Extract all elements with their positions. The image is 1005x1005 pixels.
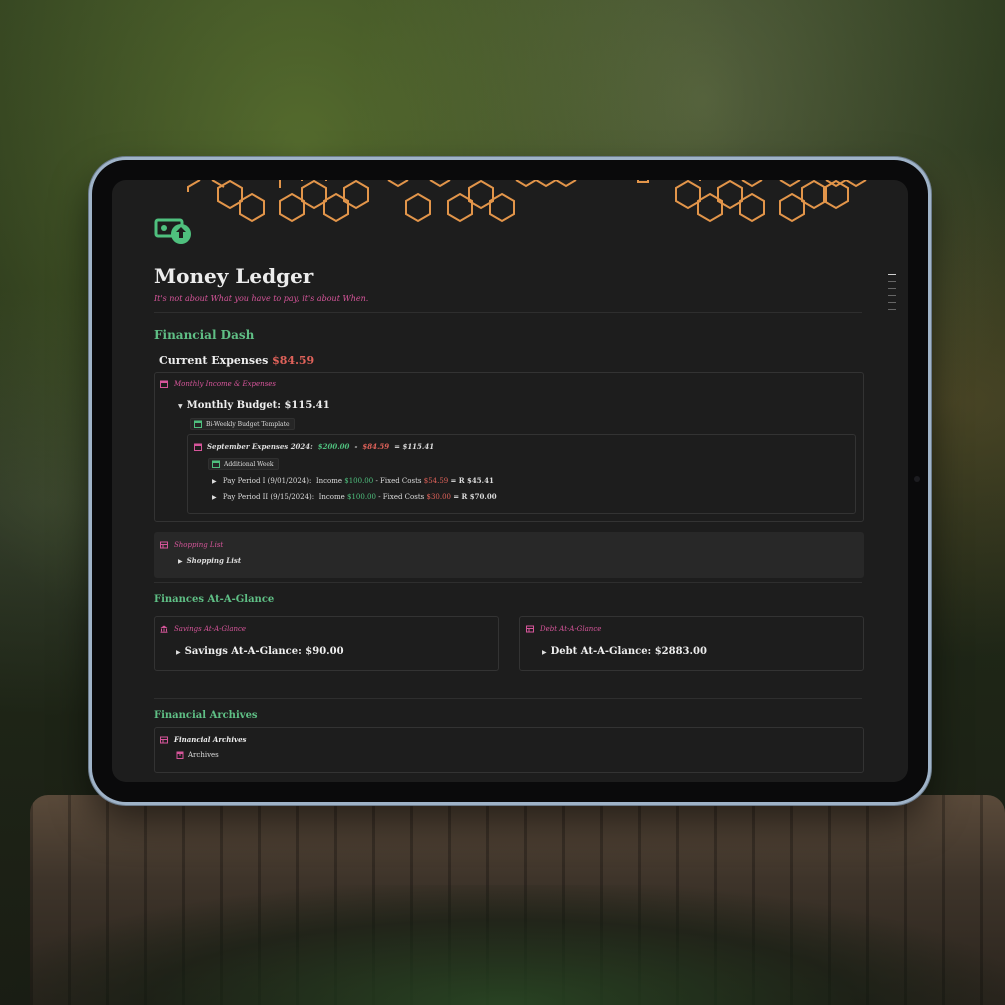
divider <box>154 312 862 313</box>
monthly-budget-toggle[interactable]: ▼ Monthly Budget: $115.41 <box>178 400 330 411</box>
hexagon-banner <box>187 180 867 223</box>
calendar-icon <box>160 380 168 388</box>
archive-icon <box>176 751 184 759</box>
tablet-device: Money Ledger It's not about What you hav… <box>92 160 928 802</box>
period-label: Pay Period I (9/01/2024): <box>222 477 312 485</box>
table-icon <box>160 736 168 743</box>
archives-box <box>154 727 864 773</box>
september-expenses: $84.59 <box>362 442 390 451</box>
archives-item[interactable]: Archives <box>176 751 219 759</box>
period-fixed: $54.59 <box>423 477 449 485</box>
september-label: September Expenses 2024: <box>207 442 313 451</box>
budget-template-label: Bi-Weekly Budget Template <box>206 420 290 428</box>
savings-header[interactable]: Savings At-A-Glance <box>160 625 246 633</box>
app-screen: Money Ledger It's not about What you hav… <box>112 180 908 782</box>
archives-label: Financial Archives <box>174 735 247 744</box>
fixed-label: - Fixed Costs <box>375 477 422 485</box>
page-subtitle: It's not about What you have to pay, it'… <box>154 294 369 303</box>
shopping-list-box <box>154 532 864 578</box>
pay-period-2[interactable]: ▶ Pay Period II (9/15/2024): Income $100… <box>212 492 497 501</box>
shopping-list-toggle[interactable]: ▶ Shopping List <box>178 556 241 565</box>
period-result: = R $70.00 <box>453 492 497 501</box>
foliage <box>0 885 1005 1005</box>
pay-period-1[interactable]: ▶ Pay Period I (9/01/2024): Income $100.… <box>212 476 494 485</box>
shopping-list-item: Shopping List <box>186 556 242 565</box>
monthly-budget-label: Monthly Budget: $115.41 <box>186 400 330 411</box>
september-income: $200.00 <box>317 442 350 451</box>
additional-week-chip[interactable]: Additional Week <box>208 458 279 470</box>
triangle-right-icon: ▶ <box>178 558 183 565</box>
income-label: Income <box>318 493 345 501</box>
table-icon <box>160 541 168 549</box>
period-income: $100.00 <box>344 477 374 485</box>
archives-header[interactable]: Financial Archives <box>160 735 247 744</box>
current-expenses-value: $84.59 <box>272 354 315 367</box>
income-label: Income <box>315 477 343 485</box>
savings-toggle[interactable]: ▶ Savings At-A-Glance: $90.00 <box>176 646 344 657</box>
income-expenses-label: Monthly Income & Expenses <box>174 380 277 388</box>
calendar-icon <box>212 460 220 468</box>
period-result: = R $45.41 <box>450 476 494 485</box>
finances-glance-heading: Finances At-A-Glance <box>154 594 275 605</box>
debt-value: Debt At-A-Glance: $2883.00 <box>550 646 707 657</box>
triangle-right-icon: ▶ <box>212 494 217 501</box>
camera-dot <box>914 476 920 482</box>
budget-template-chip[interactable]: Bi-Weekly Budget Template <box>190 418 295 430</box>
current-expenses-label: Current Expenses <box>159 354 269 367</box>
debt-header[interactable]: Debt At-A-Glance <box>526 625 601 633</box>
triangle-right-icon: ▶ <box>212 478 217 485</box>
additional-week-label: Additional Week <box>224 460 274 468</box>
shopping-list-header[interactable]: Shopping List <box>160 541 223 549</box>
triangle-down-icon: ▼ <box>178 403 183 410</box>
shopping-list-label: Shopping List <box>174 541 224 549</box>
income-expenses-header[interactable]: Monthly Income & Expenses <box>160 380 276 388</box>
table-icon <box>526 625 534 633</box>
period-fixed: $30.00 <box>426 493 452 501</box>
minus-sign: - <box>354 442 358 451</box>
calendar-icon <box>194 420 202 428</box>
calendar-icon <box>194 443 202 451</box>
period-label: Pay Period II (9/15/2024): <box>222 493 315 501</box>
archives-item-label: Archives <box>188 751 219 759</box>
savings-label: Savings At-A-Glance <box>174 625 247 633</box>
debt-label: Debt At-A-Glance <box>540 625 602 633</box>
divider <box>154 582 862 583</box>
financial-archives-heading: Financial Archives <box>154 710 258 721</box>
divider <box>154 698 862 699</box>
triangle-right-icon: ▶ <box>176 649 181 656</box>
september-row[interactable]: September Expenses 2024: $200.00 - $84.5… <box>194 442 434 451</box>
savings-value: Savings At-A-Glance: $90.00 <box>184 646 344 657</box>
money-bill-icon <box>154 218 191 244</box>
financial-dash-heading: Financial Dash <box>154 328 255 342</box>
page-title: Money Ledger <box>154 264 314 288</box>
september-result: = $115.41 <box>394 442 435 451</box>
fixed-label: - Fixed Costs <box>378 493 425 501</box>
triangle-right-icon: ▶ <box>542 649 547 656</box>
debt-toggle[interactable]: ▶ Debt At-A-Glance: $2883.00 <box>542 646 707 657</box>
current-expenses: Current Expenses $84.59 <box>159 354 314 367</box>
bank-icon <box>160 625 168 633</box>
table-of-contents-indicator[interactable] <box>888 274 896 316</box>
period-income: $100.00 <box>347 493 376 501</box>
